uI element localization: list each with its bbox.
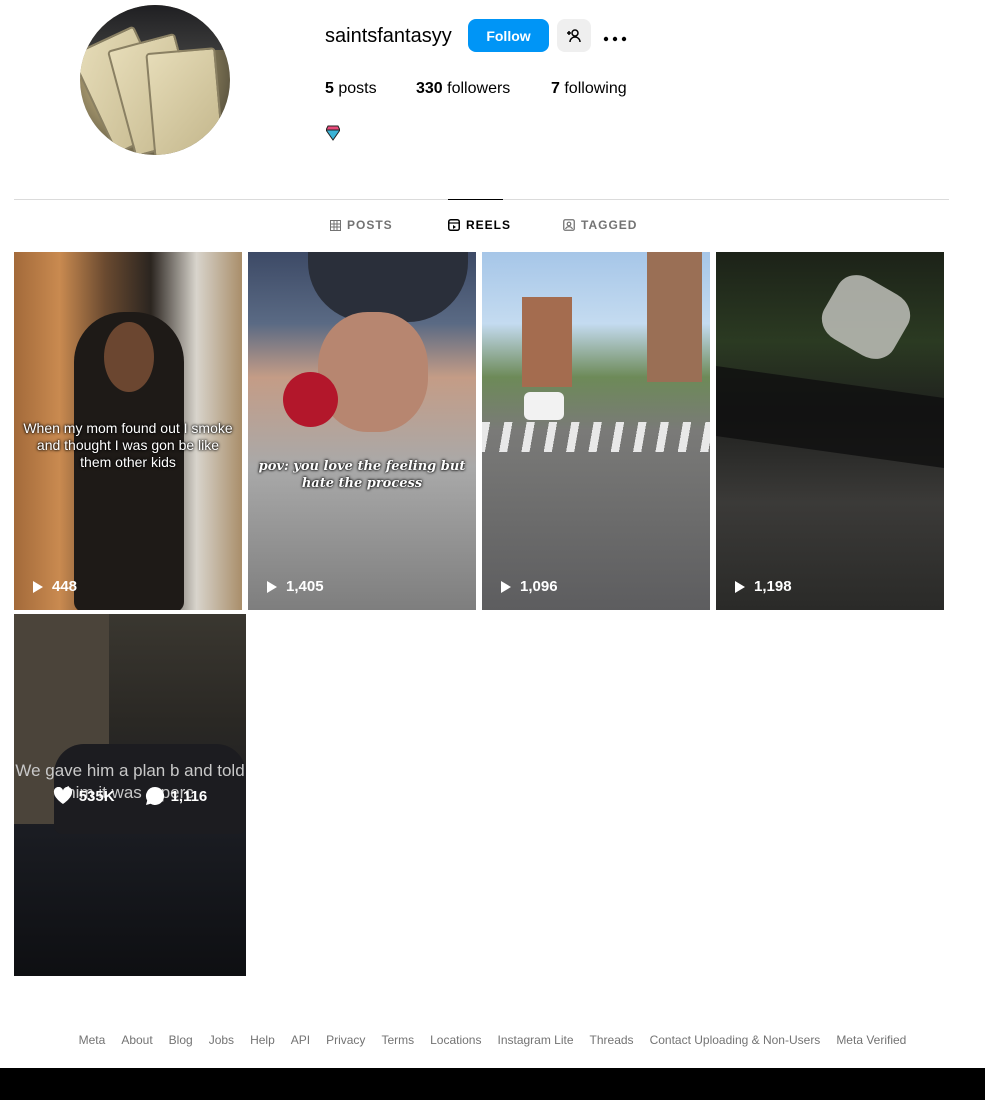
tab-reels-label: REELS (466, 218, 512, 232)
followers-count[interactable]: 330 followers (416, 80, 510, 98)
reel-tile[interactable]: 1,198 (716, 252, 944, 610)
reel-thumbnail-face (104, 322, 154, 392)
following-count-value: 7 (551, 80, 560, 97)
profile-username: saintsfantasyy (325, 25, 452, 47)
reel-thumbnail-shadow (716, 365, 944, 469)
footer-link-locations[interactable]: Locations (430, 1033, 481, 1047)
profile-avatar[interactable] (80, 5, 230, 155)
reel-thumbnail-object (813, 266, 919, 368)
play-icon (267, 580, 277, 593)
footer-link-contact-uploading[interactable]: Contact Uploading & Non-Users (650, 1033, 821, 1047)
footer-link-threads[interactable]: Threads (590, 1033, 634, 1047)
follow-button[interactable]: Follow (468, 19, 549, 52)
following-count-label: following (564, 80, 627, 97)
tagged-icon (563, 219, 575, 231)
heart-icon (53, 787, 72, 804)
tab-reels[interactable]: REELS (448, 218, 511, 232)
footer-link-meta-verified[interactable]: Meta Verified (836, 1033, 906, 1047)
reel-thumbnail-can (283, 372, 338, 427)
posts-count: 5 posts (325, 80, 377, 98)
footer-link-jobs[interactable]: Jobs (209, 1033, 234, 1047)
bottom-black-bar (0, 1068, 985, 1100)
reel-thumbnail-building (522, 297, 572, 387)
reel-thumbnail-car (524, 392, 564, 420)
reel-thumbnail-face (318, 312, 428, 432)
reel-comment-count: 1,116 (170, 787, 208, 805)
reel-tile[interactable]: pov: you love the feeling but hate the p… (248, 252, 476, 610)
footer-link-api[interactable]: API (291, 1033, 310, 1047)
avatar-bill (145, 47, 225, 155)
footer-links: Meta About Blog Jobs Help API Privacy Te… (0, 1033, 985, 1047)
add-user-icon (567, 28, 581, 42)
reel-view-count: 1,405 (286, 578, 324, 595)
posts-count-value: 5 (325, 80, 334, 97)
grid-icon (330, 219, 341, 231)
footer-link-instagram-lite[interactable]: Instagram Lite (497, 1033, 573, 1047)
reel-likes: 535K (53, 786, 115, 806)
reel-thumbnail-building (647, 252, 702, 382)
reels-icon (448, 219, 460, 231)
reel-thumbnail-cap (308, 252, 468, 322)
reel-thumbnail-crosswalk (482, 422, 710, 452)
reel-view-count: 1,198 (754, 578, 792, 595)
footer-link-help[interactable]: Help (250, 1033, 275, 1047)
reel-like-count: 535K (78, 787, 115, 805)
footer-link-blog[interactable]: Blog (169, 1033, 193, 1047)
following-count[interactable]: 7 following (551, 80, 627, 98)
comment-icon (145, 786, 164, 805)
followers-count-label: followers (447, 80, 511, 97)
tab-posts[interactable]: POSTS (330, 218, 393, 232)
reel-caption: pov: you love the feeling but hate the p… (258, 459, 466, 491)
posts-count-label: posts (338, 80, 377, 97)
tab-tagged[interactable]: TAGGED (563, 218, 637, 232)
footer-link-privacy[interactable]: Privacy (326, 1033, 365, 1047)
suggested-users-button[interactable] (557, 19, 591, 52)
footer-link-about[interactable]: About (121, 1033, 152, 1047)
more-icon (603, 36, 627, 41)
reel-hover-stats: 535K 1,116 (14, 786, 246, 806)
reel-view-count: 448 (52, 578, 78, 595)
tab-posts-label: POSTS (347, 218, 393, 232)
reel-view-count: 1,096 (520, 578, 558, 595)
play-icon (33, 580, 43, 593)
tab-tagged-label: TAGGED (581, 218, 638, 232)
reel-comments: 1,116 (145, 786, 208, 806)
play-icon (735, 580, 745, 593)
diamond-emoji-icon (326, 125, 340, 141)
reel-views: 1,198 (734, 578, 792, 595)
reel-tile-hovered[interactable]: We gave him a plan b and told him it was… (14, 614, 246, 976)
footer-link-terms[interactable]: Terms (381, 1033, 414, 1047)
reel-views: 448 (32, 578, 77, 595)
reel-views: 1,405 (266, 578, 324, 595)
reel-tile[interactable]: 1,096 (482, 252, 710, 610)
reel-views: 1,096 (500, 578, 558, 595)
footer-link-meta[interactable]: Meta (79, 1033, 106, 1047)
reel-tile[interactable]: When my mom found out I smoke and though… (14, 252, 242, 610)
followers-count-value: 330 (416, 80, 443, 97)
play-icon (501, 580, 511, 593)
reel-caption: When my mom found out I smoke and though… (23, 420, 233, 470)
more-options-button[interactable] (600, 22, 630, 50)
active-tab-indicator (448, 199, 503, 200)
